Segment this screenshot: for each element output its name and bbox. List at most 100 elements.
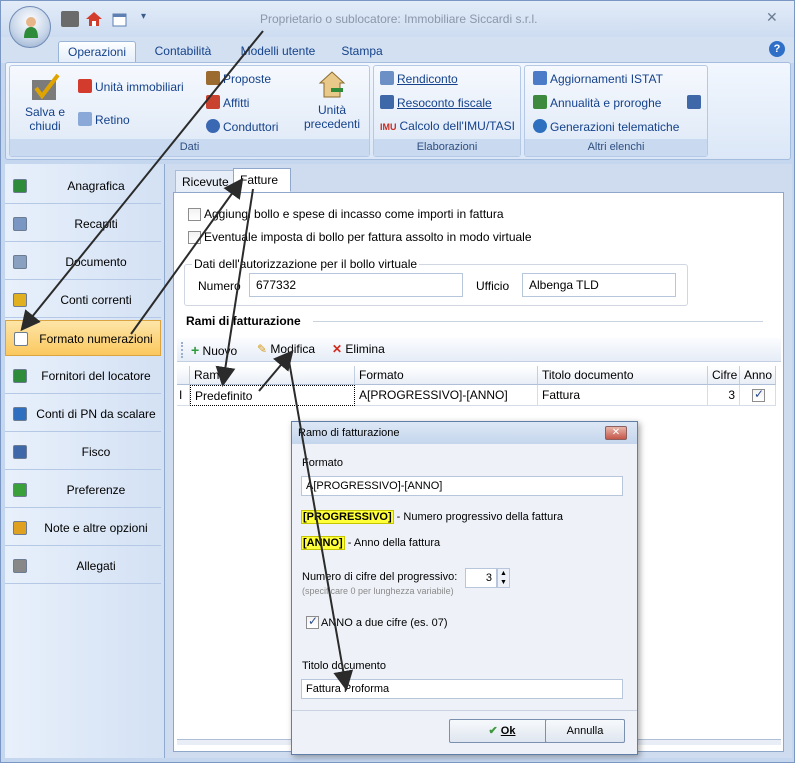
sidebar-item-documento[interactable]: Documento bbox=[5, 244, 161, 280]
grid-header-formato[interactable]: Formato bbox=[355, 366, 538, 385]
cell-anno[interactable] bbox=[740, 385, 776, 406]
sidebar-item-label: Documento bbox=[65, 255, 127, 269]
app-menu-button[interactable] bbox=[9, 6, 51, 48]
calendar-icon bbox=[78, 112, 92, 126]
title-bar: ▾ Proprietario o sublocatore: Immobiliar… bbox=[1, 1, 794, 37]
sidebar-item-preferenze[interactable]: Preferenze bbox=[5, 472, 161, 508]
person-icon bbox=[13, 369, 27, 383]
bollo-virtuale-label: Eventuale imposta di bollo per fattura a… bbox=[204, 230, 532, 244]
cell-anno-checkbox[interactable] bbox=[752, 387, 765, 402]
save-close-label: Salva e chiudi bbox=[24, 105, 66, 133]
tab-fatture[interactable]: Fatture bbox=[233, 168, 291, 192]
sidebar-item-label: Formato numerazioni bbox=[39, 332, 153, 346]
house-icon bbox=[78, 79, 92, 93]
cifre-input[interactable]: 3 bbox=[465, 568, 497, 588]
sidebar-item-fisco[interactable]: Fisco bbox=[5, 434, 161, 470]
resoconto-fiscale-button[interactable]: Resoconto fiscale bbox=[380, 95, 492, 110]
save-close-button[interactable]: Salva e chiudi bbox=[16, 72, 74, 133]
tab-modelli-utente[interactable]: Modelli utente bbox=[231, 41, 325, 63]
person-blue-icon bbox=[206, 119, 220, 133]
person-icon bbox=[13, 179, 27, 193]
plus-icon: + bbox=[191, 342, 200, 358]
ramo-dialog: Ramo di fatturazione ✕ Formato A[PROGRES… bbox=[291, 421, 638, 755]
annualita-proroghe-label: Annualità e proroghe bbox=[550, 96, 662, 110]
house-key-icon bbox=[206, 95, 220, 109]
numero-field[interactable]: 677332 bbox=[249, 273, 463, 297]
conduttori-label: Conduttori bbox=[223, 120, 279, 134]
save-quick-icon[interactable] bbox=[61, 11, 79, 27]
help-icon[interactable]: ? bbox=[769, 41, 785, 57]
elimina-button[interactable]: ✕ Elimina bbox=[332, 342, 385, 356]
sidebar-item-fornitori-del-locatore[interactable]: Fornitori del locatore bbox=[5, 358, 161, 394]
save-check-icon bbox=[32, 73, 60, 100]
rami-divider bbox=[313, 321, 763, 322]
cell-cifre[interactable]: 3 bbox=[708, 385, 740, 406]
dialog-close-button[interactable]: ✕ bbox=[605, 426, 627, 440]
unita-precedenti-button[interactable]: Unità precedenti bbox=[300, 70, 364, 131]
numero-label: Numero bbox=[198, 279, 241, 293]
formato-input[interactable]: A[PROGRESSIVO]-[ANNO] bbox=[301, 476, 623, 496]
calcolo-imu-button[interactable]: IMU Calcolo dell'IMU/TASI bbox=[380, 119, 515, 133]
ufficio-field[interactable]: Albenga TLD bbox=[522, 273, 676, 297]
annualita-proroghe-button[interactable]: Annualità e proroghe bbox=[533, 95, 661, 110]
group-elaborazioni-label: Elaborazioni bbox=[374, 139, 520, 156]
retino-button[interactable]: Retino bbox=[78, 112, 130, 127]
affitti-button[interactable]: Affitti bbox=[206, 95, 249, 110]
grid-header-titolo[interactable]: Titolo documento bbox=[538, 366, 708, 385]
titolo-label: Titolo documento bbox=[302, 660, 386, 672]
cell-ramo[interactable]: Predefinito bbox=[190, 385, 355, 406]
bollo-in-fattura-checkbox[interactable] bbox=[188, 208, 201, 221]
sidebar-item-label: Recapiti bbox=[74, 217, 118, 231]
coins-icon bbox=[13, 293, 27, 307]
close-window-icon[interactable]: ✕ bbox=[766, 9, 778, 26]
qat-dropdown-icon[interactable]: ▾ bbox=[141, 11, 159, 27]
sidebar-item-label: Conti di PN da scalare bbox=[36, 407, 156, 421]
sidebar-item-conti-di-pn-da-scalare[interactable]: Conti di PN da scalare bbox=[5, 396, 161, 432]
magnifier-doc-icon-extra[interactable] bbox=[687, 95, 704, 110]
generazioni-telematiche-button[interactable]: Generazioni telematiche bbox=[533, 119, 679, 134]
aggiornamenti-istat-button[interactable]: Aggiornamenti ISTAT bbox=[533, 71, 663, 86]
unita-immobiliari-label: Unità immobiliari bbox=[95, 80, 184, 94]
bollo-virtuale-checkbox[interactable] bbox=[188, 231, 201, 244]
home-quick-icon[interactable] bbox=[85, 11, 103, 27]
sidebar-item-formato-numerazioni[interactable]: Formato numerazioni bbox=[5, 320, 161, 356]
legend-progressivo-tag: [PROGRESSIVO] bbox=[301, 510, 394, 524]
window-title: Proprietario o sublocatore: Immobiliare … bbox=[260, 12, 538, 26]
tab-contabilita[interactable]: Contabilità bbox=[146, 41, 220, 63]
id-card-icon bbox=[13, 255, 27, 269]
calcolo-imu-label: Calcolo dell'IMU/TASI bbox=[399, 119, 515, 133]
grid-header-ramo[interactable]: Ramo bbox=[190, 366, 355, 385]
cell-formato[interactable]: A[PROGRESSIVO]-[ANNO] bbox=[355, 385, 538, 406]
magnifier-doc-icon bbox=[380, 95, 394, 109]
ok-button[interactable]: ✔ Ok bbox=[449, 719, 555, 743]
modifica-button[interactable]: ✎ Modifica bbox=[257, 342, 315, 356]
tab-stampa[interactable]: Stampa bbox=[334, 41, 390, 63]
sidebar-item-label: Fisco bbox=[81, 445, 111, 459]
rami-title: Rami di fatturazione bbox=[186, 314, 301, 328]
cell-titolo[interactable]: Fattura bbox=[538, 385, 708, 406]
sidebar-item-label: Conti correnti bbox=[60, 293, 132, 307]
grid-header-anno[interactable]: Anno bbox=[740, 366, 776, 385]
proposte-button[interactable]: Proposte bbox=[206, 71, 271, 86]
tab-ricevute[interactable]: Ricevute bbox=[175, 170, 235, 194]
group-dati-label: Dati bbox=[10, 139, 369, 156]
document-icon bbox=[13, 217, 27, 231]
nuovo-label: Nuovo bbox=[202, 344, 238, 358]
nuovo-button[interactable]: + Nuovo bbox=[191, 342, 237, 358]
sidebar-item-recapiti[interactable]: Recapiti bbox=[5, 206, 161, 242]
unita-immobiliari-button[interactable]: Unità immobiliari bbox=[78, 79, 184, 94]
sidebar-item-anagrafica[interactable]: Anagrafica bbox=[5, 168, 161, 204]
sidebar-item-allegati[interactable]: Allegati bbox=[5, 548, 161, 584]
grid-header-cifre[interactable]: Cifre bbox=[708, 366, 740, 385]
ribbon-panel: Salva e chiudi Unità immobiliari Retino … bbox=[5, 62, 791, 160]
titolo-input[interactable]: Fattura Proforma bbox=[301, 679, 623, 699]
tab-operazioni[interactable]: Operazioni bbox=[58, 41, 136, 63]
sidebar-item-note-e-altre-opzioni[interactable]: Note e altre opzioni bbox=[5, 510, 161, 546]
conduttori-button[interactable]: Conduttori bbox=[206, 119, 278, 134]
annulla-button[interactable]: Annulla bbox=[545, 719, 625, 743]
cifre-spinner[interactable]: ▲ ▼ bbox=[497, 568, 510, 588]
sidebar-item-conti-correnti[interactable]: Conti correnti bbox=[5, 282, 161, 318]
calendar-quick-icon[interactable] bbox=[111, 11, 129, 27]
anno-due-cifre-checkbox[interactable] bbox=[306, 614, 319, 629]
rendiconto-button[interactable]: Rendiconto bbox=[380, 71, 458, 86]
